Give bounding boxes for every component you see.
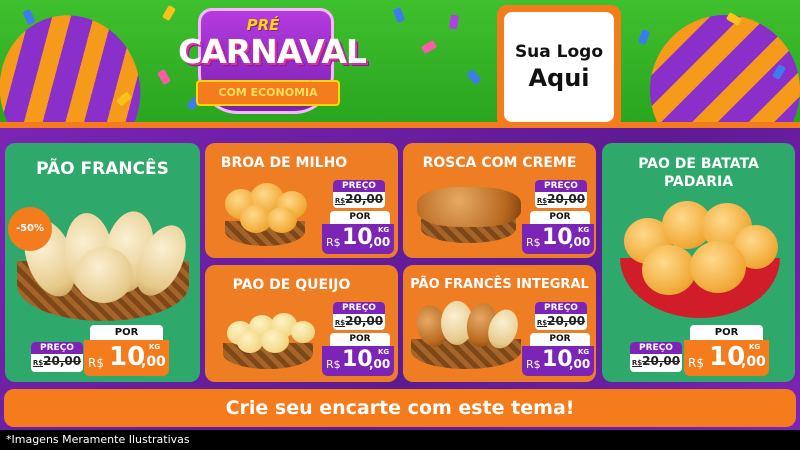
product-name: PAO DE QUEIJO [232, 277, 351, 293]
confetti [637, 29, 651, 45]
price-dec: ,00 [741, 354, 766, 370]
price-dec: ,00 [369, 357, 391, 371]
confetti [420, 40, 438, 54]
price-dec: ,00 [141, 354, 166, 370]
bread-image [75, 247, 133, 303]
product-name: PAO DE BATATA PADARIA [602, 155, 795, 191]
cta-button[interactable]: Crie seu encarte com este tema! [4, 389, 796, 427]
easter-egg-left [0, 0, 158, 122]
new-price-label: POR [690, 325, 763, 340]
divider-strip [0, 122, 800, 128]
discount-badge: -50% [8, 207, 52, 251]
currency: R$ [326, 236, 341, 249]
price-int: 10 [709, 342, 746, 372]
old-price-box: PREÇO R$20,00 [333, 180, 385, 208]
old-price-box: PREÇO R$20,00 [333, 302, 385, 330]
logo-placeholder[interactable]: Sua Logo Aqui [497, 5, 621, 129]
old-price-value: R$20,00 [32, 354, 82, 368]
currency: R$ [326, 358, 341, 371]
new-price-label: POR [530, 333, 590, 346]
price-dec: ,00 [569, 235, 591, 249]
product-name-line1: PAO DE BATATA [638, 156, 759, 172]
old-price-box: PREÇO R$20,00 [31, 342, 83, 372]
carnival-title: CARNAVAL [178, 32, 367, 71]
old-price-label: PREÇO [535, 302, 587, 314]
product-name: PÃO FRANCÊS INTEGRAL [410, 277, 589, 292]
currency: R$ [688, 356, 704, 370]
bread-image [291, 321, 315, 343]
new-price-box: R$ 10 ,00 KG [522, 224, 594, 254]
new-price-box: R$ 10 ,00 KG [84, 340, 169, 376]
new-price-box: R$ 10 ,00 KG [322, 346, 394, 376]
old-price-label: PREÇO [333, 302, 385, 314]
carnival-logo: PRÉ CARNAVAL COM ECONOMIA [178, 8, 367, 118]
confetti [466, 69, 482, 85]
unit-kg: KG [578, 226, 590, 234]
bread-image [690, 241, 746, 293]
new-price-label: POR [530, 211, 590, 224]
old-price-box: PREÇO R$20,00 [535, 180, 587, 208]
old-price-box: PREÇO R$20,00 [630, 342, 682, 372]
bread-image [642, 245, 696, 295]
old-price-value: R$20,00 [536, 314, 586, 328]
price-dec: ,00 [369, 235, 391, 249]
disclaimer: *Imagens Meramente Ilustrativas [0, 430, 800, 450]
easter-egg-right [633, 0, 800, 122]
old-price-label: PREÇO [630, 342, 682, 354]
old-price-value: R$20,00 [536, 192, 586, 206]
logo-text-line2: Aqui [528, 64, 590, 92]
logo-inner: Sua Logo Aqui [504, 12, 614, 122]
bread-image [267, 207, 297, 233]
old-price-label: PREÇO [535, 180, 587, 192]
flyer: PRÉ CARNAVAL COM ECONOMIA Sua Logo Aqui … [0, 0, 800, 450]
unit-kg: KG [149, 343, 161, 351]
unit-kg: KG [378, 348, 390, 356]
old-price-label: PREÇO [333, 180, 385, 192]
header-banner: PRÉ CARNAVAL COM ECONOMIA [0, 0, 800, 122]
new-price-label: POR [90, 325, 163, 340]
currency: R$ [88, 356, 104, 370]
unit-kg: KG [578, 348, 590, 356]
bread-image [417, 187, 521, 227]
unit-kg: KG [749, 343, 761, 351]
confetti [162, 4, 176, 22]
new-price-label: POR [330, 333, 390, 346]
confetti [448, 14, 460, 30]
currency: R$ [526, 358, 541, 371]
new-price-box: R$ 10 ,00 KG [684, 340, 769, 376]
confetti [392, 7, 406, 23]
new-price-box: R$ 10 ,00 KG [522, 346, 594, 376]
product-name: PÃO FRANCÊS [36, 159, 169, 179]
confetti [157, 68, 171, 86]
price-int: 10 [109, 342, 146, 372]
old-price-label: PREÇO [31, 342, 83, 354]
product-name-line2: PADARIA [663, 174, 734, 190]
currency: R$ [526, 236, 541, 249]
new-price-label: POR [330, 211, 390, 224]
carnival-subtitle: COM ECONOMIA [196, 80, 340, 106]
old-price-value: R$20,00 [631, 354, 681, 368]
confetti [22, 8, 36, 26]
bread-image [237, 331, 263, 353]
unit-kg: KG [378, 226, 390, 234]
old-price-value: R$20,00 [334, 314, 384, 328]
new-price-box: R$ 10 ,00 KG [322, 224, 394, 254]
old-price-box: PREÇO R$20,00 [535, 302, 587, 330]
product-name: ROSCA COM CREME [422, 155, 577, 171]
logo-text-line1: Sua Logo [514, 42, 604, 62]
old-price-value: R$20,00 [334, 192, 384, 206]
bread-image [261, 329, 289, 353]
price-dec: ,00 [569, 357, 591, 371]
product-name: BROA DE MILHO [220, 155, 348, 171]
